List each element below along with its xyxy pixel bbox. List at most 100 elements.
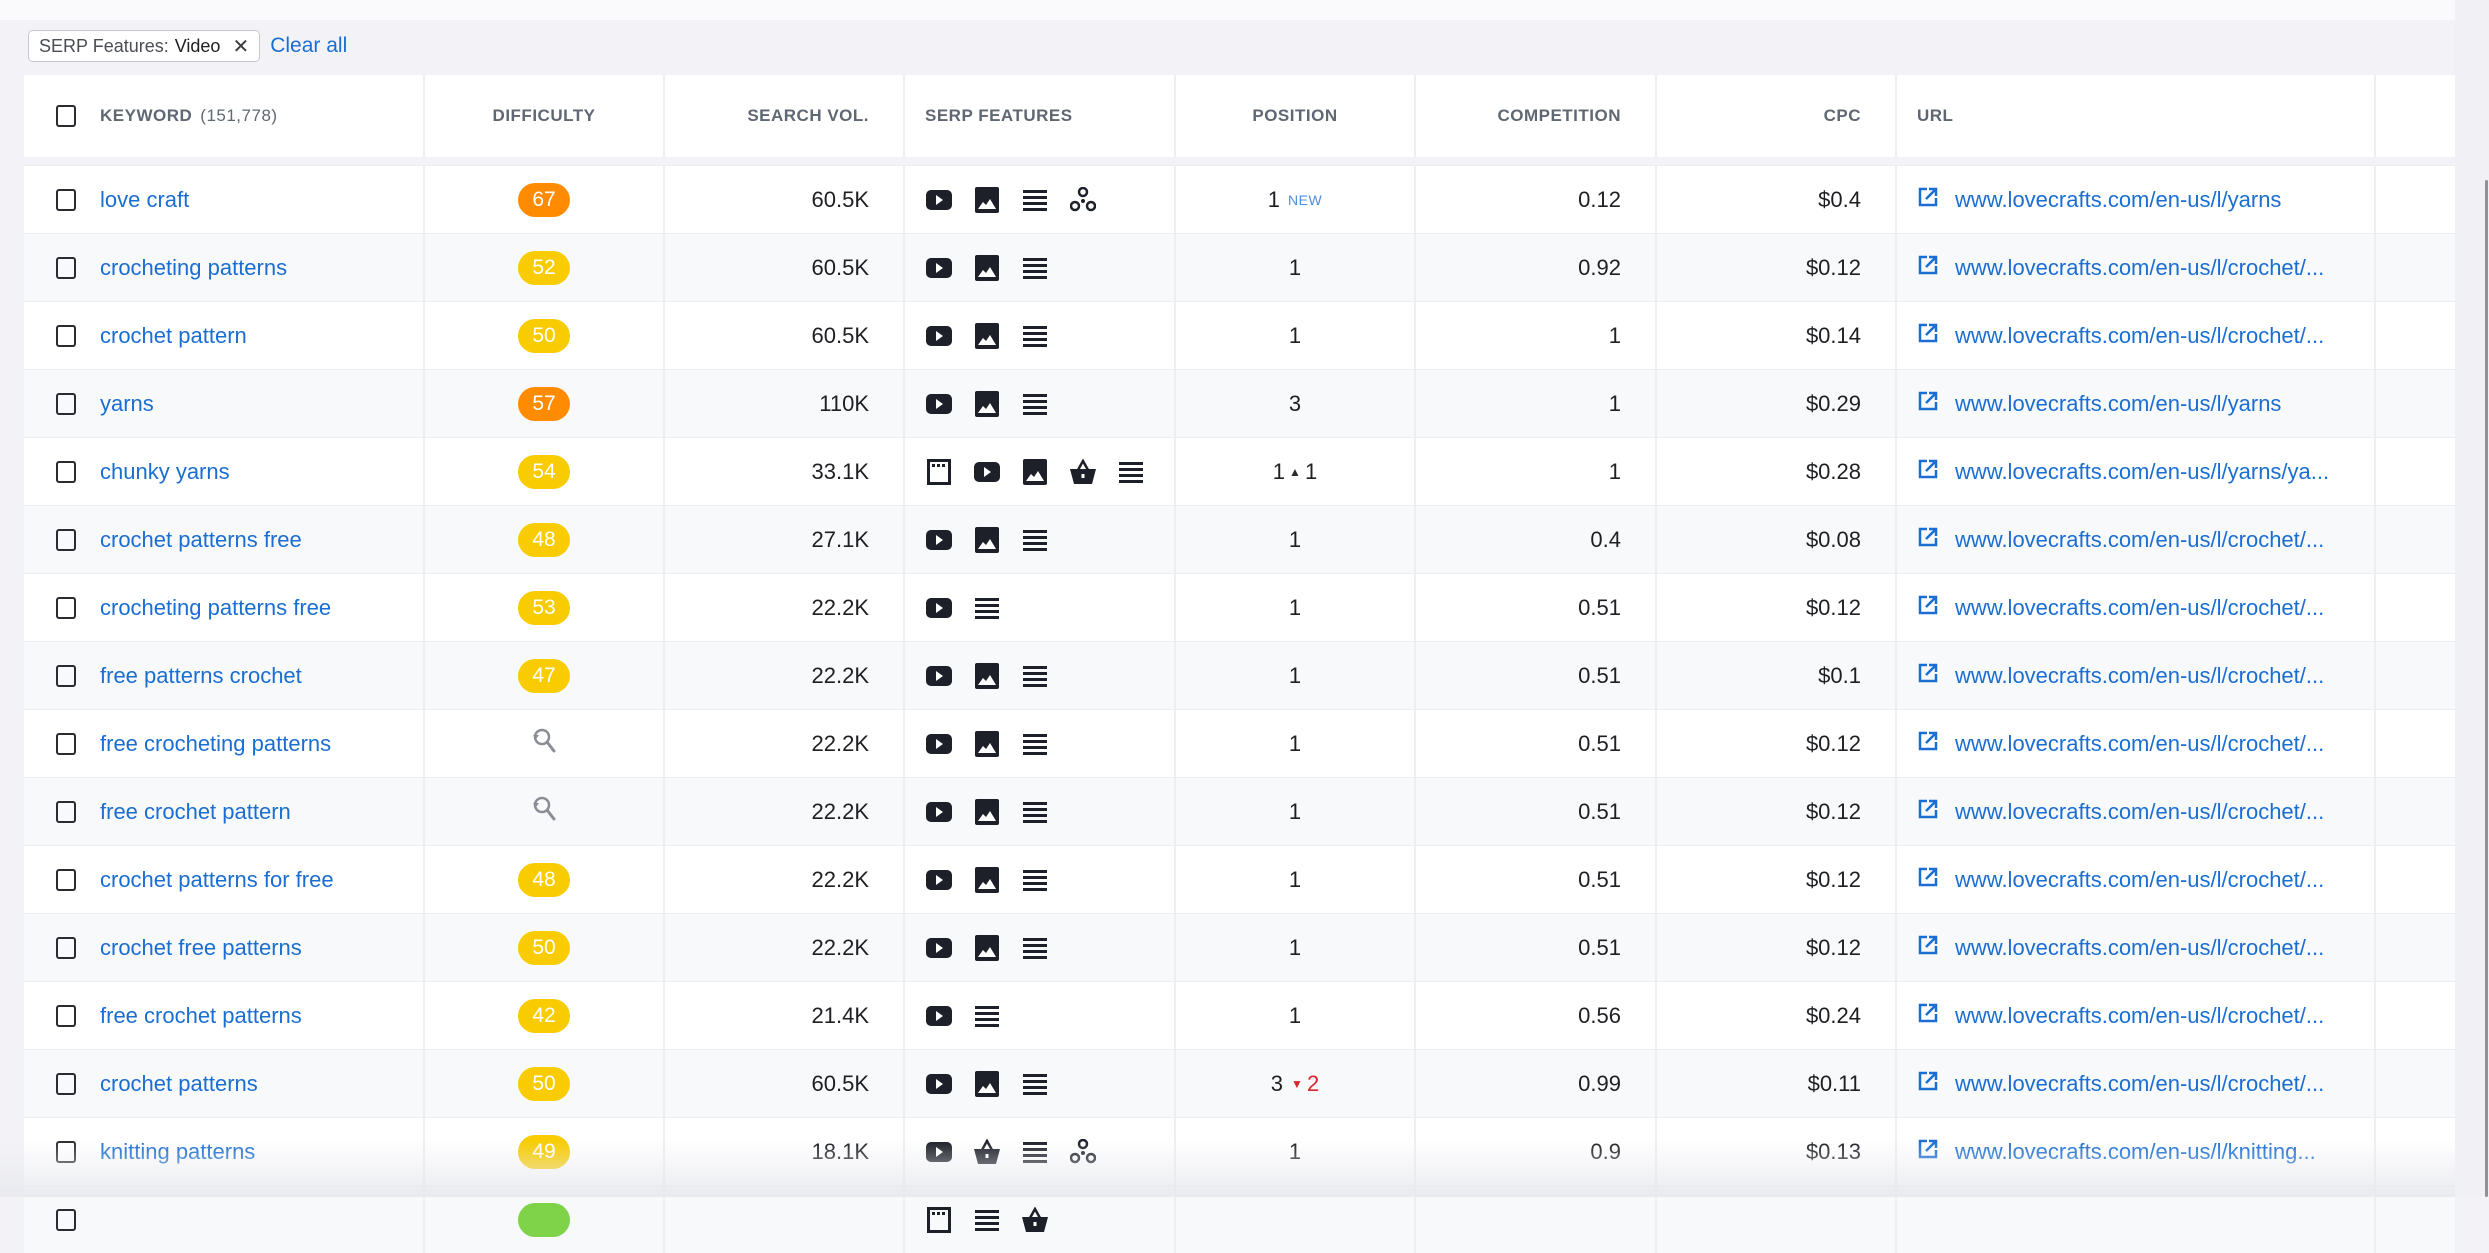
list-icon[interactable] xyxy=(1021,322,1049,350)
keyword-link[interactable]: yarns xyxy=(100,391,154,417)
image-icon[interactable] xyxy=(973,730,1001,758)
external-link-icon[interactable] xyxy=(1917,866,1939,894)
keyword-link[interactable]: free crocheting patterns xyxy=(100,731,331,757)
external-link-icon[interactable] xyxy=(1917,730,1939,758)
image-icon[interactable] xyxy=(973,798,1001,826)
video-icon[interactable] xyxy=(925,594,953,622)
image-icon[interactable] xyxy=(973,866,1001,894)
external-link-icon[interactable] xyxy=(1917,390,1939,418)
image-icon[interactable] xyxy=(973,390,1001,418)
video-icon[interactable] xyxy=(925,798,953,826)
refresh-search-icon[interactable] xyxy=(531,794,557,829)
url-link[interactable]: www.lovecrafts.com/en-us/l/crochet/... xyxy=(1955,595,2324,621)
ads-icon[interactable] xyxy=(925,1206,953,1234)
external-link-icon[interactable] xyxy=(1917,1002,1939,1030)
keyword-link[interactable]: crochet pattern xyxy=(100,323,247,349)
url-link[interactable]: www.lovecrafts.com/en-us/l/crochet/... xyxy=(1955,323,2324,349)
url-link[interactable]: www.lovecrafts.com/en-us/l/crochet/... xyxy=(1955,935,2324,961)
url-link[interactable]: www.lovecrafts.com/en-us/l/crochet/... xyxy=(1955,663,2324,689)
list-icon[interactable] xyxy=(1021,390,1049,418)
external-link-icon[interactable] xyxy=(1917,934,1939,962)
external-link-icon[interactable] xyxy=(1917,662,1939,690)
keyword-link[interactable]: crocheting patterns xyxy=(100,255,287,281)
list-icon[interactable] xyxy=(1021,186,1049,214)
header-serp-features[interactable]: SERP FEATURES xyxy=(905,75,1176,157)
url-link[interactable]: www.lovecrafts.com/en-us/l/yarns/ya... xyxy=(1955,459,2329,485)
header-difficulty[interactable]: DIFFICULTY xyxy=(425,75,665,157)
row-checkbox[interactable] xyxy=(56,1072,76,1095)
image-icon[interactable] xyxy=(973,186,1001,214)
row-checkbox[interactable] xyxy=(56,460,76,483)
url-link[interactable]: www.lovecrafts.com/en-us/l/crochet/... xyxy=(1955,527,2324,553)
url-link[interactable]: www.lovecrafts.com/en-us/l/yarns xyxy=(1955,391,2281,417)
close-icon[interactable]: ✕ xyxy=(232,34,249,59)
video-icon[interactable] xyxy=(925,662,953,690)
list-icon[interactable] xyxy=(1021,866,1049,894)
video-icon[interactable] xyxy=(925,254,953,282)
keyword-link[interactable]: knitting patterns xyxy=(100,1139,255,1165)
url-link[interactable]: www.lovecrafts.com/en-us/l/yarns xyxy=(1955,187,2281,213)
list-icon[interactable] xyxy=(1117,458,1145,486)
external-link-icon[interactable] xyxy=(1917,1138,1939,1166)
header-cpc[interactable]: CPC xyxy=(1657,75,1897,157)
video-icon[interactable] xyxy=(925,1138,953,1166)
image-icon[interactable] xyxy=(973,322,1001,350)
list-icon[interactable] xyxy=(1021,798,1049,826)
refresh-search-icon[interactable] xyxy=(531,726,557,761)
external-link-icon[interactable] xyxy=(1917,594,1939,622)
video-icon[interactable] xyxy=(925,1070,953,1098)
row-checkbox[interactable] xyxy=(56,936,76,959)
video-icon[interactable] xyxy=(925,526,953,554)
row-checkbox[interactable] xyxy=(56,800,76,823)
row-checkbox[interactable] xyxy=(56,1208,76,1231)
list-icon[interactable] xyxy=(1021,662,1049,690)
image-icon[interactable] xyxy=(973,254,1001,282)
keyword-link[interactable]: love craft xyxy=(100,187,189,213)
video-icon[interactable] xyxy=(925,186,953,214)
list-icon[interactable] xyxy=(1021,934,1049,962)
external-link-icon[interactable] xyxy=(1917,458,1939,486)
row-checkbox[interactable] xyxy=(56,596,76,619)
row-checkbox[interactable] xyxy=(56,324,76,347)
url-link[interactable]: www.lovecrafts.com/en-us/l/crochet/... xyxy=(1955,731,2324,757)
video-icon[interactable] xyxy=(925,1002,953,1030)
ads-icon[interactable] xyxy=(925,458,953,486)
keyword-link[interactable]: crocheting patterns free xyxy=(100,595,331,621)
row-checkbox[interactable] xyxy=(56,868,76,891)
row-checkbox[interactable] xyxy=(56,528,76,551)
video-icon[interactable] xyxy=(925,866,953,894)
external-link-icon[interactable] xyxy=(1917,322,1939,350)
url-link[interactable]: www.lovecrafts.com/en-us/l/crochet/... xyxy=(1955,1003,2324,1029)
url-link[interactable]: www.lovecrafts.com/en-us/l/crochet/... xyxy=(1955,255,2324,281)
header-url[interactable]: URL xyxy=(1897,75,2376,157)
list-icon[interactable] xyxy=(1021,1070,1049,1098)
list-icon[interactable] xyxy=(1021,730,1049,758)
header-position[interactable]: POSITION xyxy=(1176,75,1416,157)
video-icon[interactable] xyxy=(925,934,953,962)
url-link[interactable]: www.lovecrafts.com/en-us/l/crochet/... xyxy=(1955,1071,2324,1097)
list-icon[interactable] xyxy=(973,1206,1001,1234)
keyword-link[interactable]: chunky yarns xyxy=(100,459,230,485)
clear-all-link[interactable]: Clear all xyxy=(270,34,347,58)
header-keyword[interactable]: KEYWORD (151,778) xyxy=(24,75,425,157)
url-link[interactable]: www.lovecrafts.com/en-us/l/crochet/... xyxy=(1955,799,2324,825)
list-icon[interactable] xyxy=(1021,254,1049,282)
url-link[interactable]: www.lovecrafts.com/en-us/l/knitting... xyxy=(1955,1139,2316,1165)
related-icon[interactable] xyxy=(1069,1138,1097,1166)
scrollbar-track[interactable] xyxy=(2455,0,2489,1197)
image-icon[interactable] xyxy=(973,934,1001,962)
video-icon[interactable] xyxy=(925,730,953,758)
row-checkbox[interactable] xyxy=(56,664,76,687)
image-icon[interactable] xyxy=(1021,458,1049,486)
video-icon[interactable] xyxy=(973,458,1001,486)
filter-chip-serp-features[interactable]: SERP Features: Video ✕ xyxy=(28,30,261,62)
list-icon[interactable] xyxy=(973,594,1001,622)
external-link-icon[interactable] xyxy=(1917,186,1939,214)
keyword-link[interactable]: crochet free patterns xyxy=(100,935,302,961)
keyword-link[interactable]: crochet patterns for free xyxy=(100,867,334,893)
shopping-icon[interactable] xyxy=(973,1138,1001,1166)
shopping-icon[interactable] xyxy=(1021,1206,1049,1234)
row-checkbox[interactable] xyxy=(56,188,76,211)
row-checkbox[interactable] xyxy=(56,256,76,279)
shopping-icon[interactable] xyxy=(1069,458,1097,486)
